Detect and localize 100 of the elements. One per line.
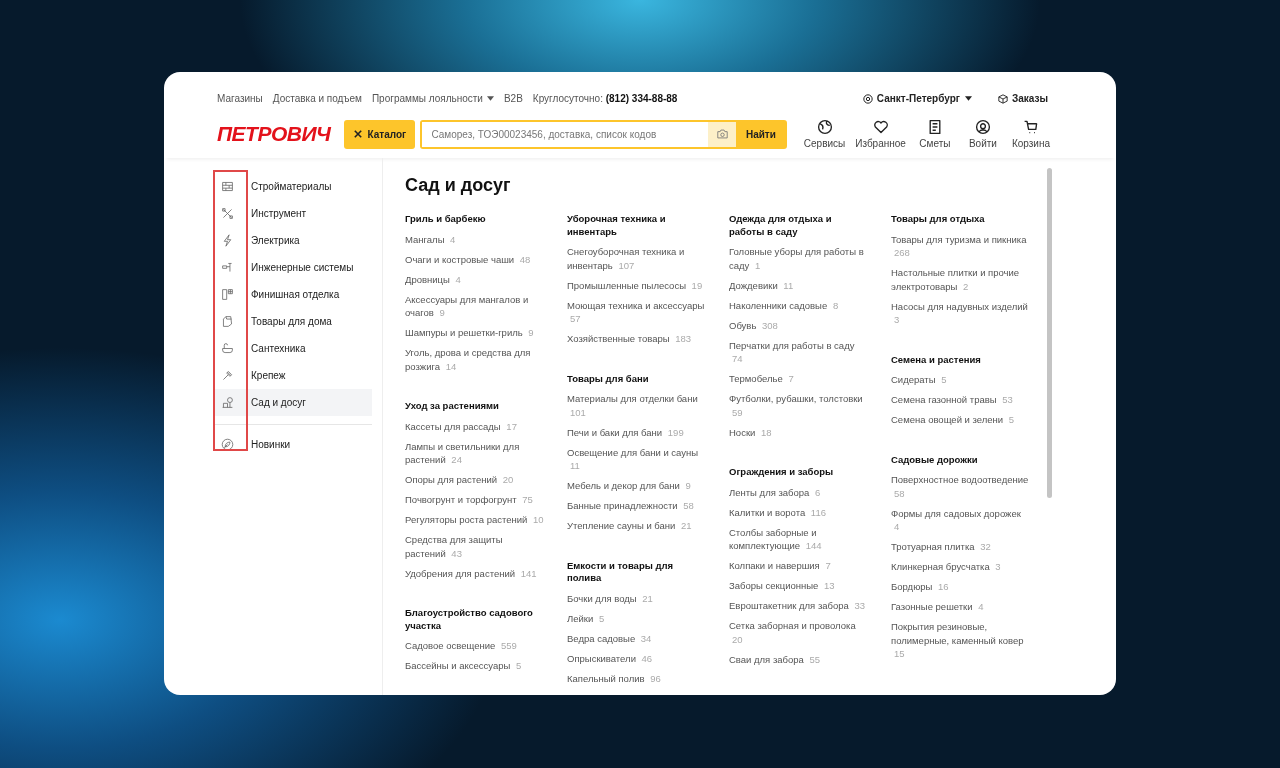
subcategory-link[interactable]: Клинкерная брусчатка 3 xyxy=(891,560,1031,574)
subcategory-link[interactable]: Банные принадлежности 58 xyxy=(567,499,707,513)
group-heading[interactable]: Товары для бани xyxy=(567,372,707,385)
subcategory-link[interactable]: Носки 18 xyxy=(729,425,869,439)
group-heading[interactable]: Емкости и товары для полива xyxy=(567,559,707,585)
subcategory-link[interactable]: Дождевики 11 xyxy=(729,278,869,292)
nav-button[interactable]: Войти xyxy=(963,119,1002,149)
subcategory-link[interactable]: Лампы и светильники для растений 24 xyxy=(405,439,545,467)
search-field[interactable]: Саморез, ТОЭ00023456, доставка, список кодов Найти xyxy=(420,119,788,149)
category-item[interactable]: Товары для дома xyxy=(213,308,372,335)
subcategory-link[interactable]: Насосы для надувных изделий 3 xyxy=(891,299,1031,327)
category-item[interactable]: Стройматериалы xyxy=(213,173,372,200)
subcategory-link[interactable]: Покрытия резиновые, полимерные, каменный ковер 15 xyxy=(891,620,1031,661)
subcategory-link[interactable]: Моющая техника и аксессуары 57 xyxy=(567,298,707,326)
catalog-button[interactable]: Каталог xyxy=(344,119,416,149)
group-heading[interactable]: Одежда для отдыха и работы в саду xyxy=(729,213,869,238)
group-heading[interactable]: Гриль и барбекю xyxy=(405,213,545,226)
subcategory-link[interactable]: Заборы секционные 13 xyxy=(729,579,869,593)
subcategory-link[interactable]: Промышленные пылесосы 19 xyxy=(567,278,707,292)
category-item[interactable]: Электрика xyxy=(213,227,372,254)
scrollbar-thumb[interactable] xyxy=(1047,168,1052,498)
subcategory-link[interactable]: Бордюры 16 xyxy=(891,580,1031,594)
subcategory-link[interactable]: Формы для садовых дорожек 4 xyxy=(891,506,1031,534)
subcategory-link[interactable]: Бочки для воды 21 xyxy=(567,591,707,605)
group-heading[interactable]: Уход за растениями xyxy=(405,400,545,413)
subcategory-link[interactable]: Капельный полив 96 xyxy=(567,671,707,685)
subcategory-link[interactable]: Семена газонной травы 53 xyxy=(891,393,1031,407)
group-heading[interactable]: Уборочная техника и инвентарь xyxy=(567,213,707,238)
group-heading[interactable]: Садовые дорожки xyxy=(891,453,1031,466)
subcategory-link[interactable]: Сидераты 5 xyxy=(891,373,1031,387)
search-button[interactable]: Найти xyxy=(736,121,786,147)
subcategory-link[interactable]: Настольные плитки и прочие электротовары 2 xyxy=(891,266,1031,293)
subcategory-link[interactable]: Дровницы 4 xyxy=(405,272,545,286)
subcategory-link[interactable]: Наколенники садовые 8 xyxy=(729,298,869,312)
subcategory-link[interactable]: Кассеты для рассады 17 xyxy=(405,419,545,433)
subcategory-link[interactable]: Столбы заборные и комплектующие 144 xyxy=(729,525,869,553)
subcategory-link[interactable]: Поверхностное водоотведение 58 xyxy=(891,473,1031,500)
subcategory-link[interactable]: Почвогрунт и торфогрунт 75 xyxy=(405,493,545,507)
subcategory-link[interactable]: Колпаки и навершия 7 xyxy=(729,559,869,573)
nav-button[interactable]: Сметы xyxy=(915,119,954,149)
subcategory-link[interactable]: Мебель и декор для бани 9 xyxy=(567,479,707,493)
subcategory-link[interactable]: Очаги и костровые чаши 48 xyxy=(405,252,545,266)
subcategory-link[interactable]: Опрыскиватели 46 xyxy=(567,651,707,665)
subcategory-link[interactable]: Семена овощей и зелени 5 xyxy=(891,413,1031,427)
subcategory-link[interactable]: Хозяйственные товары 183 xyxy=(567,332,707,346)
subcategory-link[interactable]: Удобрения для растений 141 xyxy=(405,566,545,580)
group-heading[interactable]: Ограждения и заборы xyxy=(729,466,869,479)
subcategory-link[interactable]: Опоры для растений 20 xyxy=(405,473,545,487)
subcategory-link[interactable]: Бассейны и аксессуары 5 xyxy=(405,659,545,673)
subcategory-link[interactable]: Головные уборы для работы в саду 1 xyxy=(729,245,869,272)
subcategory-link[interactable]: Евроштакетник для забора 33 xyxy=(729,599,869,613)
category-item[interactable]: Инструмент xyxy=(213,200,372,227)
subcategory-link[interactable]: Мангалы 4 xyxy=(405,232,545,246)
subcategory-link[interactable]: Освещение для бани и сауны 11 xyxy=(567,445,707,473)
item-count: 48 xyxy=(519,253,531,265)
subcategory-link[interactable]: Уголь, дрова и средства для розжига 14 xyxy=(405,346,545,373)
subcategory-link[interactable]: Садовое освещение 559 xyxy=(405,639,545,653)
category-item[interactable]: Сантехника xyxy=(213,335,372,362)
category-item[interactable]: Финишная отделка xyxy=(213,281,372,308)
top-nav-link[interactable]: Магазины xyxy=(217,93,263,104)
city-selector[interactable]: Санкт-Петербург xyxy=(876,93,972,104)
subcategory-link[interactable]: Лейки 5 xyxy=(567,611,707,625)
item-count: 199 xyxy=(667,426,684,438)
subcategory-link[interactable]: Термобелье 7 xyxy=(729,372,869,386)
subcategory-link[interactable]: Сваи для забора 55 xyxy=(729,652,869,666)
subcategory-link[interactable]: Шампуры и решетки-гриль 9 xyxy=(405,326,545,340)
subcategory-link[interactable]: Аксессуары для мангалов и очагов 9 xyxy=(405,292,545,320)
group-heading[interactable]: Благоустройство садового участка xyxy=(405,607,545,632)
subcategory-link[interactable]: Тротуарная плитка 32 xyxy=(891,540,1031,554)
top-nav-link[interactable]: B2B xyxy=(503,93,523,104)
group-heading[interactable]: Семена и растения xyxy=(891,353,1031,366)
subcategory-link[interactable]: Товары для туризма и пикника 268 xyxy=(891,232,1031,260)
nav-button[interactable]: Сервисы xyxy=(803,119,846,149)
subcategory-link[interactable]: Обувь 308 xyxy=(729,318,869,332)
subcategory-link[interactable]: Средства для защиты растений 43 xyxy=(405,533,545,560)
item-count: 1 xyxy=(754,259,761,271)
category-item[interactable]: Инженерные системы xyxy=(213,254,372,281)
subcategory-link[interactable]: Ленты для забора 6 xyxy=(729,485,869,499)
top-nav-link[interactable]: Программы лояльности xyxy=(371,93,494,104)
subcategory-link[interactable]: Ведра садовые 34 xyxy=(567,631,707,645)
subcategory-link[interactable]: Материалы для отделки бани 101 xyxy=(567,392,707,419)
group-heading[interactable]: Товары для отдыха xyxy=(891,213,1031,226)
subcategory-link[interactable]: Сетка заборная и проволока 20 xyxy=(729,619,869,646)
subcategory-link[interactable]: Перчатки для работы в саду 74 xyxy=(729,338,869,366)
category-item[interactable]: Новинки xyxy=(213,431,372,458)
subcategory-link[interactable]: Калитки и ворота 116 xyxy=(729,505,869,519)
subcategory-link[interactable]: Газонные решетки 4 xyxy=(891,600,1031,614)
orders-link[interactable]: Заказы xyxy=(1011,93,1048,104)
top-nav-link[interactable]: Доставка и подъем xyxy=(272,93,362,104)
category-item[interactable]: Сад и досуг xyxy=(213,389,372,416)
subcategory-link[interactable]: Футболки, рубашки, толстовки 59 xyxy=(729,392,869,419)
logo[interactable]: ПЕТРОВИЧ xyxy=(217,121,335,147)
subcategory-link[interactable]: Регуляторы роста растений 10 xyxy=(405,513,545,527)
subcategory-link[interactable]: Печи и баки для бани 199 xyxy=(567,425,707,439)
subcategory-link[interactable]: Утепление сауны и бани 21 xyxy=(567,519,707,533)
nav-button[interactable]: Корзина xyxy=(1011,119,1050,149)
nav-button[interactable]: Избранное xyxy=(855,119,906,149)
subcategory-link[interactable]: Снегоуборочная техника и инвентарь 107 xyxy=(567,245,707,272)
category-item[interactable]: Крепеж xyxy=(213,362,372,389)
camera-button[interactable] xyxy=(708,121,737,147)
